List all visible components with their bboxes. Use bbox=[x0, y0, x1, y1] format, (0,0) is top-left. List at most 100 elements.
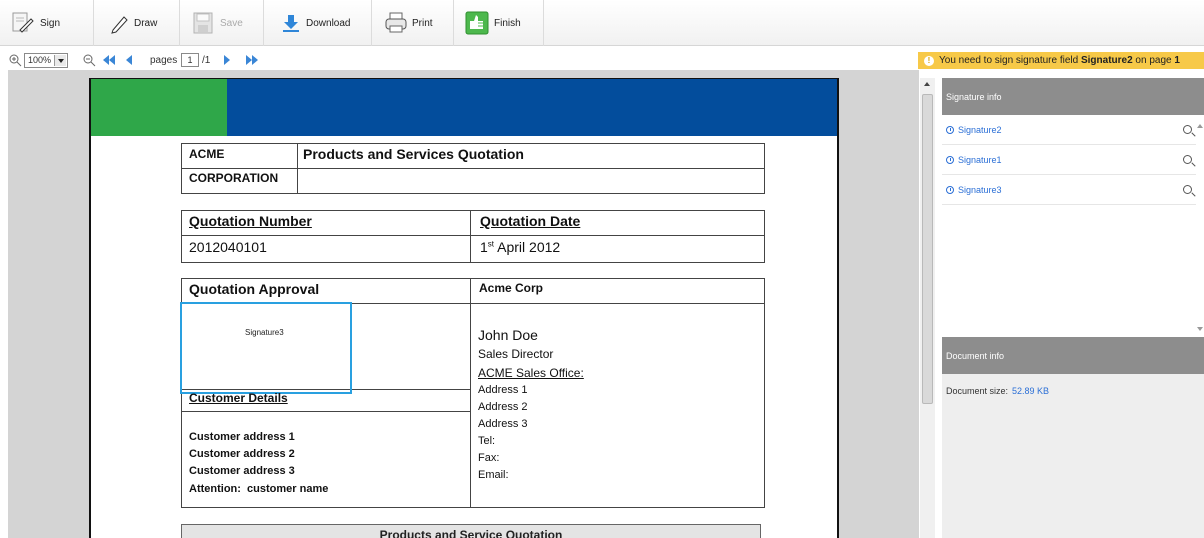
approval-label: Quotation Approval bbox=[189, 281, 320, 297]
document-title: Products and Services Quotation bbox=[303, 146, 524, 162]
chevron-down-icon bbox=[54, 54, 66, 66]
last-page-icon[interactable] bbox=[246, 52, 258, 68]
clock-icon bbox=[946, 155, 954, 164]
signature-list: Signature2 Signature1 Signature3 bbox=[942, 115, 1204, 337]
floppy-disk-icon bbox=[190, 10, 216, 36]
contact-title: Sales Director bbox=[478, 347, 554, 361]
divider bbox=[470, 278, 471, 508]
scroll-down-icon[interactable] bbox=[1197, 327, 1203, 331]
customer-details-label: Customer Details bbox=[189, 391, 288, 405]
signature-list-scrollbar[interactable] bbox=[1196, 115, 1204, 337]
document-viewer[interactable]: ACME CORPORATION Products and Services Q… bbox=[8, 70, 919, 538]
attention-line: Attention: customer name bbox=[189, 483, 329, 495]
address1: Address 1 bbox=[478, 384, 528, 396]
document-page: ACME CORPORATION Products and Services Q… bbox=[89, 78, 839, 538]
download-label: Download bbox=[306, 17, 351, 29]
print-label: Print bbox=[412, 17, 433, 29]
signature-name: Signature2 bbox=[958, 124, 1002, 135]
draw-button[interactable]: Draw bbox=[94, 0, 180, 46]
previous-page-icon[interactable] bbox=[126, 52, 132, 68]
sign-button[interactable]: Sign bbox=[0, 0, 94, 46]
signature-item[interactable]: Signature2 bbox=[942, 115, 1204, 145]
zoom-select[interactable]: 100% bbox=[24, 52, 68, 68]
clock-icon bbox=[946, 185, 954, 194]
signature-name: Signature3 bbox=[958, 184, 1002, 195]
sign-label: Sign bbox=[40, 17, 61, 29]
company-name-line2: CORPORATION bbox=[189, 171, 279, 185]
document-info-header: Document info bbox=[942, 337, 1204, 374]
finish-label: Finish bbox=[494, 17, 521, 29]
info-icon: ! bbox=[924, 55, 934, 66]
quotation-number-label: Quotation Number bbox=[189, 213, 312, 229]
download-icon bbox=[280, 10, 302, 36]
divider bbox=[181, 168, 765, 169]
zoom-in-icon[interactable] bbox=[8, 52, 22, 68]
address2: Address 2 bbox=[478, 401, 528, 413]
quotation-date: 1st April 2012 bbox=[480, 239, 560, 255]
sales-office: ACME Sales Office: bbox=[478, 366, 584, 380]
acme-corp-label: Acme Corp bbox=[479, 281, 544, 295]
signature-item[interactable]: Signature1 bbox=[942, 145, 1204, 175]
signature-name: Signature1 bbox=[958, 154, 1002, 165]
search-icon[interactable] bbox=[1183, 155, 1192, 164]
date-day: 1 bbox=[480, 239, 488, 255]
divider bbox=[181, 411, 470, 412]
company-name-line1: ACME bbox=[189, 147, 225, 161]
products-header: Products and Service Quotation bbox=[181, 524, 761, 538]
scroll-up-icon[interactable] bbox=[924, 82, 930, 86]
customer-address3: Customer address 3 bbox=[189, 465, 295, 477]
toolbar: Sign Draw Save Download Print Finish bbox=[0, 0, 1204, 46]
quotation-date-label: Quotation Date bbox=[480, 213, 581, 229]
products-heading: Products and Service Quotation bbox=[379, 528, 563, 538]
signature-info-header: Signature info bbox=[942, 78, 1204, 115]
scroll-up-icon[interactable] bbox=[1197, 124, 1203, 128]
search-icon[interactable] bbox=[1183, 125, 1192, 134]
pen-icon bbox=[110, 10, 130, 36]
signature3-field[interactable]: Signature3 bbox=[180, 302, 352, 394]
divider bbox=[470, 210, 471, 263]
divider bbox=[181, 235, 765, 236]
green-banner bbox=[91, 79, 227, 136]
search-icon[interactable] bbox=[1183, 185, 1192, 194]
zoom-out-icon[interactable] bbox=[82, 52, 96, 68]
tel-label: Tel: bbox=[478, 435, 496, 447]
side-panel: Signature info Signature2 Signature1 Sig… bbox=[942, 78, 1204, 538]
next-page-icon[interactable] bbox=[224, 52, 230, 68]
quotation-number: 2012040101 bbox=[189, 239, 267, 255]
customer-address1: Customer address 1 bbox=[189, 431, 295, 443]
email-label: Email: bbox=[478, 469, 509, 481]
finish-icon bbox=[464, 10, 490, 36]
blue-banner bbox=[227, 79, 837, 136]
alert-page: 1 bbox=[1174, 55, 1180, 66]
divider bbox=[297, 143, 298, 194]
download-button[interactable]: Download bbox=[264, 0, 372, 46]
zoom-value: 100% bbox=[28, 55, 52, 65]
address3: Address 3 bbox=[478, 418, 528, 430]
first-page-icon[interactable] bbox=[103, 52, 115, 68]
document-scrollbar[interactable] bbox=[920, 78, 935, 538]
contact-name: John Doe bbox=[478, 327, 538, 343]
save-button[interactable]: Save bbox=[180, 0, 264, 46]
customer-address2: Customer address 2 bbox=[189, 448, 295, 460]
fax-label: Fax: bbox=[478, 452, 500, 464]
pages-label: pages bbox=[150, 54, 178, 66]
sign-icon bbox=[10, 10, 36, 36]
document-size-label: Document size: bbox=[946, 386, 1009, 396]
page-number-input[interactable]: 1 bbox=[181, 52, 199, 68]
draw-label: Draw bbox=[134, 17, 158, 29]
alert-field: Signature2 bbox=[1080, 55, 1133, 66]
document-size-value: 52.89 KB bbox=[1012, 386, 1050, 396]
printer-icon bbox=[384, 10, 408, 36]
print-button[interactable]: Print bbox=[372, 0, 454, 46]
date-rest: April 2012 bbox=[494, 239, 561, 255]
total-pages: /1 bbox=[202, 54, 211, 66]
finish-button[interactable]: Finish bbox=[454, 0, 544, 46]
alert-prefix: You need to sign signature field bbox=[939, 55, 1081, 66]
signature-required-alert: ! You need to sign signature field Signa… bbox=[918, 52, 1204, 69]
signature-field-label: Signature3 bbox=[245, 328, 284, 337]
signature-item[interactable]: Signature3 bbox=[942, 175, 1204, 205]
save-label: Save bbox=[220, 17, 243, 29]
clock-icon bbox=[946, 125, 954, 134]
alert-middle: on page bbox=[1132, 55, 1175, 66]
scrollbar-thumb[interactable] bbox=[922, 94, 933, 404]
